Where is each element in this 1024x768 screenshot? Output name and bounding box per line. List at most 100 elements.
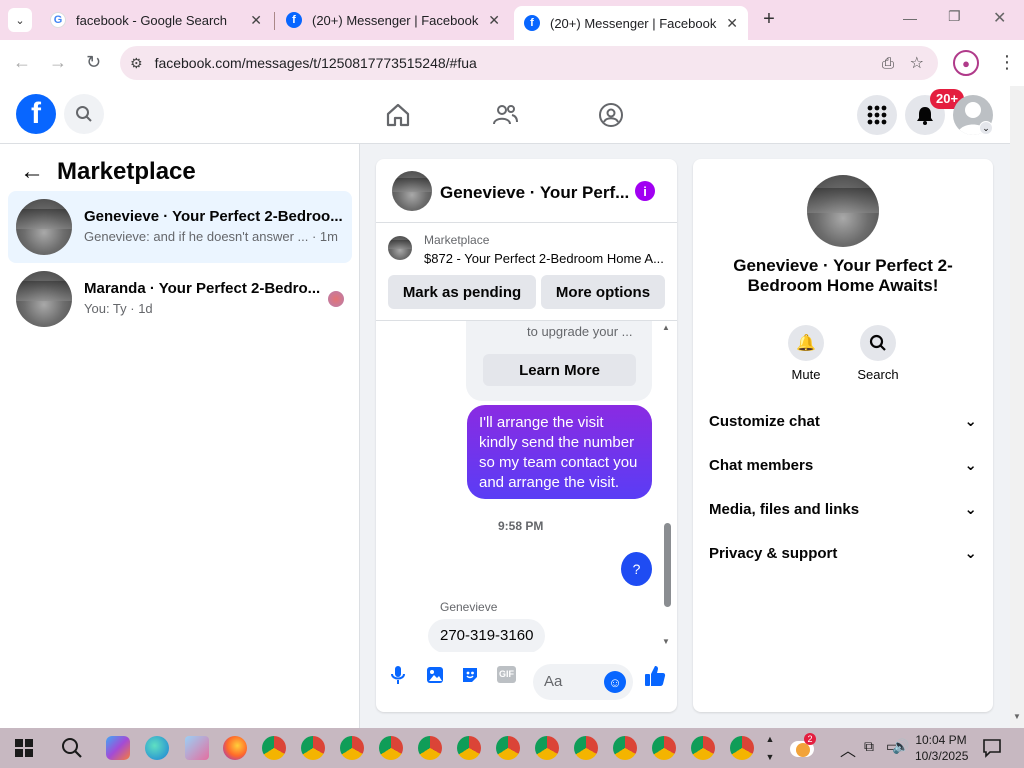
chat-header: Genevieve · Your Perf... i (376, 159, 677, 223)
facebook-logo-icon[interactable]: f (16, 94, 56, 134)
system-message-card: to upgrade your ... Learn More (466, 321, 652, 401)
chrome-icon[interactable] (691, 736, 715, 760)
address-bar[interactable]: ⚙ facebook.com/messages/t/12508177735152… (120, 46, 938, 80)
conversation-item[interactable]: Genevieve · Your Perfect 2-Bedroo... Gen… (8, 191, 352, 263)
volume-icon[interactable]: 🔊 (892, 738, 909, 755)
mute-button[interactable]: 🔔 Mute (786, 325, 826, 382)
message-input[interactable]: Aa ☺ (533, 664, 633, 700)
seen-avatar (328, 291, 344, 307)
account-chevron-icon[interactable]: ⌄ (979, 121, 993, 135)
chrome-icon[interactable] (379, 736, 403, 760)
back-arrow-icon[interactable]: ← (13, 52, 31, 73)
nav-home[interactable] (385, 102, 411, 133)
chrome-icon[interactable] (418, 736, 442, 760)
grid-menu-icon (867, 105, 887, 125)
bookmark-star-icon[interactable]: ☆ (910, 53, 924, 73)
taskbar-search-icon[interactable] (61, 737, 83, 759)
back-button[interactable]: ← (20, 158, 44, 186)
conversation-info-icon[interactable]: i (635, 181, 655, 201)
restore-icon[interactable]: ❐ (948, 8, 961, 25)
firefox-icon[interactable] (223, 736, 247, 760)
copilot-icon[interactable] (106, 736, 130, 760)
app-icon[interactable] (185, 736, 209, 760)
reload-icon[interactable]: ↻ (86, 52, 101, 73)
emoji-icon[interactable]: ☺ (604, 671, 626, 693)
tab-list-dropdown-button[interactable]: ⌄ (8, 8, 32, 32)
sent-message-bubble: I'll arrange the visit kindly send the n… (467, 405, 652, 499)
taskbar-overflow-chevron[interactable]: ▲ ▼ (764, 730, 776, 766)
forward-arrow-icon[interactable]: → (49, 52, 67, 73)
listing-title[interactable]: $872 - Your Perfect 2-Bedroom Home A... (424, 251, 664, 266)
privacy-support-row[interactable]: Privacy & support ⌄ (709, 541, 977, 565)
learn-more-button[interactable]: Learn More (483, 354, 636, 386)
like-thumb-icon[interactable] (643, 664, 667, 688)
scrollbar-thumb[interactable] (664, 523, 671, 607)
chrome-icon[interactable] (301, 736, 325, 760)
chat-members-row[interactable]: Chat members ⌄ (709, 453, 977, 477)
conversation-item[interactable]: Maranda · Your Perfect 2-Bedro... You: T… (8, 263, 352, 335)
chat-title[interactable]: Genevieve · Your Perf... (440, 183, 629, 203)
media-files-links-row[interactable]: Media, files and links ⌄ (709, 497, 977, 521)
tab-messenger-active[interactable]: f (20+) Messenger | Facebook ✕ (514, 6, 748, 40)
conversation-name: Maranda · Your Perfect 2-Bedro... (84, 280, 321, 297)
show-hidden-icons-chevron[interactable]: ︿ (840, 737, 856, 761)
chevron-down-icon: ⌄ (964, 457, 977, 474)
tab-title: (20+) Messenger | Facebook (312, 12, 479, 28)
chrome-icon[interactable] (613, 736, 637, 760)
edge-icon[interactable] (145, 736, 169, 760)
chrome-icon[interactable] (457, 736, 481, 760)
sticker-icon[interactable] (460, 665, 480, 685)
meet-now-icon[interactable]: ⧉ (864, 738, 874, 755)
listing-avatar (807, 175, 879, 247)
photo-icon[interactable] (425, 665, 445, 685)
profile-icon[interactable]: ● (953, 50, 979, 76)
search-chat-button[interactable]: Search (856, 325, 900, 382)
composer-bar: GIF Aa ☺ (376, 652, 677, 712)
microphone-icon[interactable] (390, 665, 406, 685)
page-scrollbar[interactable]: ▼ (1010, 86, 1024, 728)
chrome-icon[interactable] (652, 736, 676, 760)
more-options-button[interactable]: More options (541, 275, 665, 309)
tab-messenger-1[interactable]: f (20+) Messenger | Facebook ✕ (276, 4, 510, 36)
close-tab-icon[interactable]: ✕ (488, 12, 500, 29)
install-app-icon[interactable]: ⎙ (882, 55, 894, 72)
weather-icon[interactable]: 2 (790, 733, 816, 761)
close-tab-icon[interactable]: ✕ (726, 15, 738, 32)
search-button[interactable] (64, 94, 104, 134)
scroll-down-arrow[interactable]: ▼ (1013, 712, 1021, 721)
chat-avatar[interactable] (392, 171, 432, 211)
chrome-icon[interactable] (535, 736, 559, 760)
sender-name: Genevieve (440, 600, 498, 614)
customize-chat-row[interactable]: Customize chat ⌄ (709, 409, 977, 433)
facebook-icon: f (524, 15, 540, 31)
chrome-icon[interactable] (262, 736, 286, 760)
gif-icon[interactable]: GIF (497, 666, 516, 683)
nav-groups[interactable] (598, 102, 624, 133)
chrome-icon[interactable] (574, 736, 598, 760)
taskbar-clock[interactable]: 10:04 PM 10/3/2025 (915, 732, 968, 764)
close-tab-icon[interactable]: ✕ (250, 12, 262, 29)
chrome-icon[interactable] (340, 736, 364, 760)
new-tab-button[interactable]: + (758, 8, 780, 30)
scroll-up-arrow[interactable]: ▲ (662, 323, 670, 332)
nav-friends[interactable] (492, 102, 518, 133)
chrome-icon[interactable] (730, 736, 754, 760)
mute-label: Mute (791, 367, 821, 382)
listing-thumbnail (16, 199, 72, 255)
browser-menu-icon[interactable]: ⋮ (998, 52, 1016, 73)
search-icon (860, 325, 896, 361)
site-settings-icon[interactable]: ⚙ (130, 55, 143, 72)
close-window-icon[interactable]: ✕ (993, 8, 1006, 28)
windows-start-icon[interactable] (15, 739, 33, 757)
notification-center-icon[interactable] (982, 738, 1002, 758)
chrome-icon[interactable] (496, 736, 520, 760)
mark-as-pending-button[interactable]: Mark as pending (388, 275, 536, 309)
scroll-down-arrow[interactable]: ▼ (662, 637, 670, 646)
message-area[interactable]: to upgrade your ... Learn More I'll arra… (376, 321, 677, 652)
menu-button[interactable] (857, 95, 897, 135)
tab-google-search[interactable]: G facebook - Google Search ✕ (40, 4, 272, 36)
sent-message-bubble: ? (621, 552, 652, 586)
search-icon (76, 106, 92, 122)
conversation-name: Genevieve · Your Perfect 2-Bedroo... (84, 208, 343, 225)
minimize-icon[interactable]: — (903, 10, 917, 26)
